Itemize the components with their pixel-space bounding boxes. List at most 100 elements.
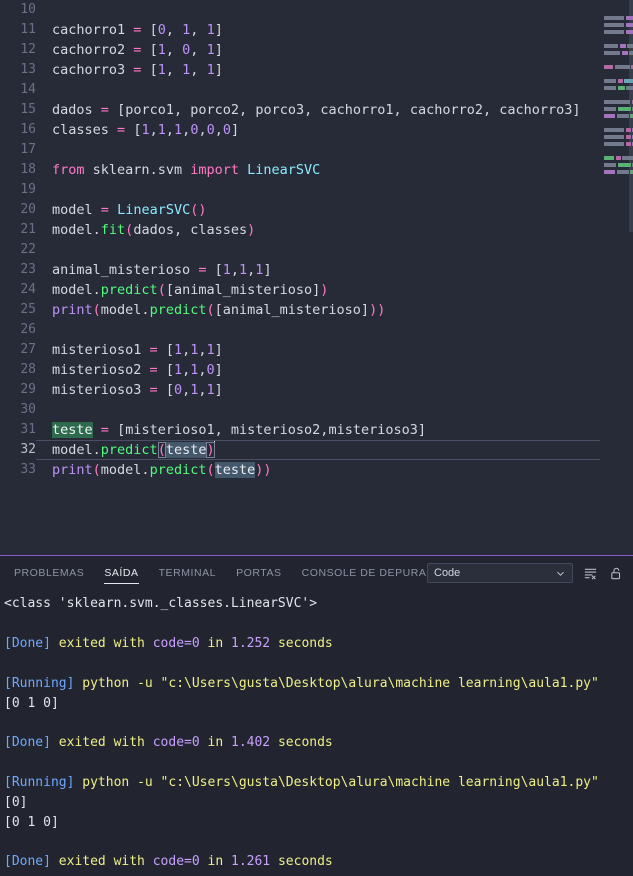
line-number: 26 (20, 322, 36, 337)
code-line[interactable]: 22 (0, 240, 633, 260)
line-number: 23 (20, 262, 36, 277)
panel-tab-list[interactable]: PROBLEMAS SAÍDA TERMINAL PORTAS CONSOLE DE D… (4, 556, 461, 590)
line-content: model = LinearSVC() (52, 202, 207, 218)
output-line: [0] (4, 794, 28, 810)
code-line[interactable]: 18 from sklearn.svm import LinearSVC (0, 160, 633, 180)
output-line: [Done] exited with code=0 in 1.261 secon… (4, 854, 333, 870)
output-line: [0 1 0] (4, 814, 59, 830)
code-line[interactable]: 10 (0, 0, 633, 20)
line-content: dados = [porco1, porco2, porco3, cachorr… (52, 102, 581, 118)
output-channel-select[interactable]: Code (427, 563, 573, 584)
code-line[interactable]: 16 classes = [1,1,1,0,0,0] (0, 120, 633, 140)
line-content: classes = [1,1,1,0,0,0] (52, 122, 240, 138)
line-number: 10 (20, 2, 36, 17)
line-number: 25 (20, 302, 36, 317)
line-number: 20 (20, 202, 36, 217)
code-line[interactable]: 31 teste = [misterioso1, misterioso2,mist… (0, 420, 633, 440)
line-content: model.predict([animal_misterioso]) (52, 282, 329, 298)
code-line[interactable]: 12 cachorro2 = [1, 0, 1] (0, 40, 633, 60)
output-console[interactable]: <class 'sklearn.svm._classes.LinearSVC'>… (0, 590, 633, 876)
panel-tab-problemas[interactable]: PROBLEMAS (4, 556, 94, 590)
word-occurrence-highlight: teste (165, 442, 207, 458)
code-line[interactable]: 32 model.predict(teste) (0, 440, 633, 460)
line-number: 18 (20, 162, 36, 177)
line-number: 21 (20, 222, 36, 237)
chevron-down-icon (557, 571, 564, 576)
code-line[interactable]: 27 misterioso1 = [1,1,1] (0, 340, 633, 360)
line-content: cachorro2 = [1, 0, 1] (52, 42, 223, 58)
line-number: 33 (20, 462, 36, 477)
line-content: print(model.predict([animal_misterioso])… (52, 302, 386, 318)
code-line[interactable]: 17 (0, 140, 633, 160)
code-line[interactable]: 24 model.predict([animal_misterioso]) (0, 280, 633, 300)
line-number: 31 (20, 422, 36, 437)
code-line[interactable]: 11 cachorro1 = [0, 1, 1] (0, 20, 633, 40)
panel-tab-portas[interactable]: PORTAS (226, 556, 292, 590)
lock-scroll-icon[interactable] (608, 565, 625, 582)
output-line: [0 1 0] (4, 695, 59, 711)
line-content: teste = [misterioso1, misterioso2,mister… (52, 422, 426, 438)
line-content: misterioso1 = [1,1,1] (52, 342, 223, 358)
line-number: 16 (20, 122, 36, 137)
line-number: 19 (20, 182, 36, 197)
line-number: 13 (20, 62, 36, 77)
line-number: 29 (20, 382, 36, 397)
code-line[interactable]: 26 (0, 320, 633, 340)
panel-tab-terminal[interactable]: TERMINAL (149, 556, 227, 590)
line-content: animal_misterioso = [1,1,1] (52, 262, 272, 278)
editor-lines[interactable]: 10 11 cachorro1 = [0, 1, 1] 12 cachorro2 = [… (0, 0, 633, 555)
output-line: [Running] python -u "c:\Users\gusta\Desk… (4, 675, 599, 691)
code-line[interactable]: 14 (0, 80, 633, 100)
code-line[interactable]: 28 misterioso2 = [1,1,0] (0, 360, 633, 380)
panel-actions: Code (427, 556, 625, 590)
code-line[interactable]: 13 cachorro3 = [1, 1, 1] (0, 60, 633, 80)
line-number: 12 (20, 42, 36, 57)
output-channel-value: Code (434, 567, 461, 580)
code-line[interactable]: 33 print(model.predict(teste)) (0, 460, 633, 480)
text-cursor (213, 441, 215, 457)
line-number: 11 (20, 22, 36, 37)
vscode-window: 10 11 cachorro1 = [0, 1, 1] 12 cachorro2 = [… (0, 0, 633, 876)
code-line[interactable]: 21 model.fit(dados, classes) (0, 220, 633, 240)
panel-tab-sa-da[interactable]: SAÍDA (94, 556, 148, 590)
word-occurrence-highlight: teste (214, 462, 256, 478)
line-number: 30 (20, 402, 36, 417)
code-line[interactable]: 15 dados = [porco1, porco2, porco3, cacho… (0, 100, 633, 120)
line-content: from sklearn.svm import LinearSVC (52, 162, 321, 178)
code-editor[interactable]: 10 11 cachorro1 = [0, 1, 1] 12 cachorro2 = [… (0, 0, 633, 556)
line-content: cachorro3 = [1, 1, 1] (52, 62, 223, 78)
bracket-match: ( (157, 442, 166, 458)
code-line[interactable]: 30 (0, 400, 633, 420)
line-content: misterioso2 = [1,1,0] (52, 362, 223, 378)
line-content: cachorro1 = [0, 1, 1] (52, 22, 223, 38)
output-line: <class 'sklearn.svm._classes.LinearSVC'> (4, 596, 318, 612)
code-line[interactable]: 20 model = LinearSVC() (0, 200, 633, 220)
line-number: 28 (20, 362, 36, 377)
panel-header: PROBLEMAS SAÍDA TERMINAL PORTAS CONSOLE DE D… (0, 556, 633, 590)
bottom-panel: PROBLEMAS SAÍDA TERMINAL PORTAS CONSOLE DE D… (0, 555, 633, 876)
line-number: 15 (20, 102, 36, 117)
code-line[interactable]: 23 animal_misterioso = [1,1,1] (0, 260, 633, 280)
line-content: print(model.predict(teste)) (52, 462, 272, 478)
minimap[interactable] (600, 0, 633, 556)
line-content: misterioso3 = [0,1,1] (52, 382, 223, 398)
code-line[interactable]: 29 misterioso3 = [0,1,1] (0, 380, 633, 400)
selected-word: teste (52, 422, 93, 438)
line-number: 14 (20, 82, 36, 97)
line-content: model.fit(dados, classes) (52, 222, 256, 238)
line-number: 27 (20, 342, 36, 357)
code-line[interactable]: 19 (0, 180, 633, 200)
clear-output-icon[interactable] (582, 565, 599, 582)
code-line[interactable]: 25 print(model.predict([animal_misterioso… (0, 300, 633, 320)
minimap-scrollbar-slider[interactable] (629, 0, 633, 232)
line-content: model.predict(teste) (52, 441, 215, 458)
line-number: 17 (20, 142, 36, 157)
output-line: [Running] python -u "c:\Users\gusta\Desk… (4, 774, 599, 790)
output-line: [Done] exited with code=0 in 1.402 secon… (4, 735, 333, 751)
line-number: 24 (20, 282, 36, 297)
